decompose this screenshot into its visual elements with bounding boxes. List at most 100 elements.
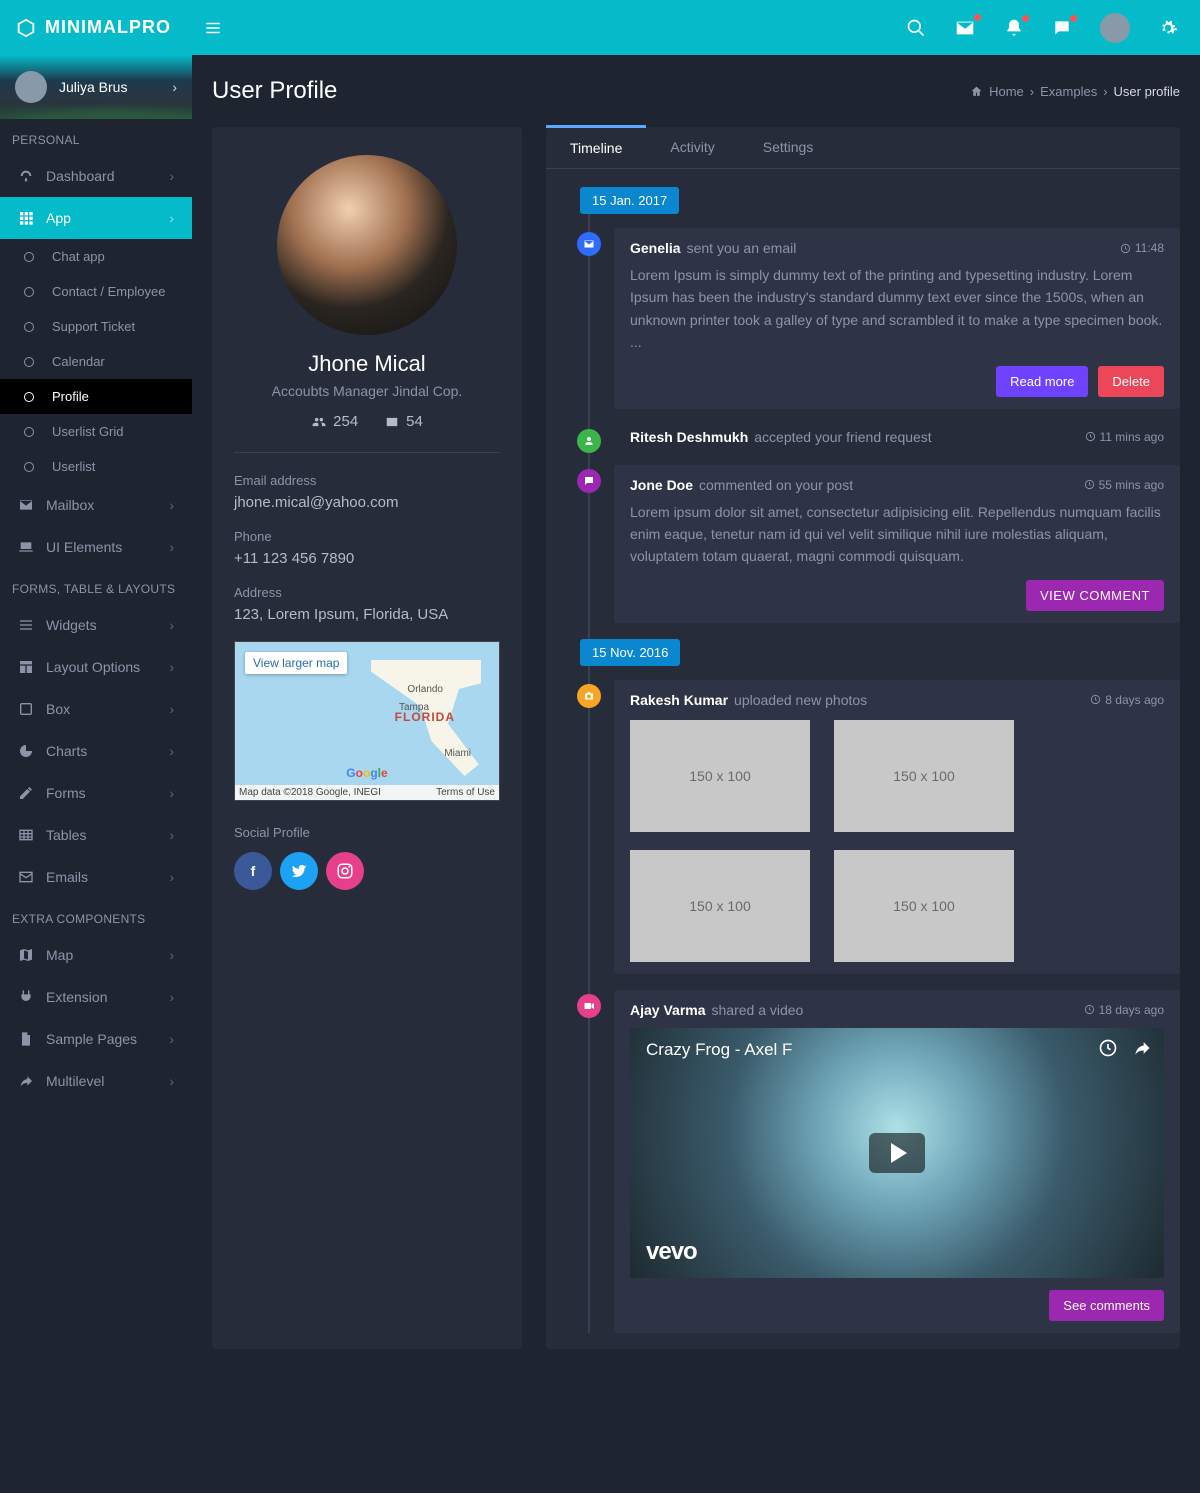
- sidebar-item-tables[interactable]: Tables›: [0, 814, 192, 856]
- sidebar-item-sample-pages[interactable]: Sample Pages›: [0, 1018, 192, 1060]
- timeline-date: 15 Nov. 2016: [580, 639, 680, 666]
- watch-later-icon[interactable]: [1098, 1038, 1118, 1058]
- circle-icon: [24, 322, 34, 332]
- pie-icon: [18, 743, 46, 759]
- search-button[interactable]: [906, 18, 926, 38]
- notifications-button[interactable]: [1004, 18, 1024, 38]
- sidebar-subitem-support-ticket[interactable]: Support Ticket: [0, 309, 192, 344]
- box-icon: [18, 701, 46, 717]
- tab-activity[interactable]: Activity: [646, 127, 738, 168]
- sidebar-subitem-profile[interactable]: Profile: [0, 379, 192, 414]
- tab-settings[interactable]: Settings: [739, 127, 838, 168]
- sidebar-item-ui-elements[interactable]: UI Elements›: [0, 526, 192, 568]
- timeline-item: Genelia sent you an email 11:48 Lorem Ip…: [578, 228, 1180, 409]
- profile-name: Jhone Mical: [234, 351, 500, 377]
- sidebar-item-multilevel[interactable]: Multilevel›: [0, 1060, 192, 1102]
- sidebar-item-mailbox[interactable]: Mailbox›: [0, 484, 192, 526]
- grid-icon: [18, 210, 46, 226]
- sidebar-item-label: Forms: [46, 785, 169, 801]
- photo-placeholder[interactable]: 150 x 100: [630, 720, 810, 832]
- instagram-link[interactable]: [326, 852, 364, 890]
- view-comment-button[interactable]: VIEW COMMENT: [1026, 580, 1164, 611]
- social-links: f: [234, 852, 500, 890]
- stat-followers: 254: [333, 413, 358, 430]
- photo-placeholder[interactable]: 150 x 100: [834, 720, 1014, 832]
- sidebar-item-label: Chat app: [52, 249, 174, 264]
- twitter-link[interactable]: [280, 852, 318, 890]
- sidebar-user[interactable]: Juliya Brus ›: [0, 55, 192, 119]
- sidebar-subitem-contact-employee[interactable]: Contact / Employee: [0, 274, 192, 309]
- photo-placeholder[interactable]: 150 x 100: [630, 850, 810, 962]
- timeline-action: uploaded new photos: [734, 692, 867, 708]
- crumb-examples[interactable]: Examples: [1040, 84, 1097, 99]
- delete-button[interactable]: Delete: [1098, 366, 1164, 397]
- sidebar-item-layout-options[interactable]: Layout Options›: [0, 646, 192, 688]
- sidebar-item-label: Widgets: [46, 617, 169, 633]
- gear-icon: [1158, 18, 1178, 38]
- map-terms[interactable]: Terms of Use: [436, 787, 495, 798]
- facebook-link[interactable]: f: [234, 852, 272, 890]
- video-embed[interactable]: Crazy Frog - Axel F vevo: [630, 1028, 1164, 1278]
- sidebar-item-emails[interactable]: Emails›: [0, 856, 192, 898]
- timeline-time: 18 days ago: [1084, 1003, 1164, 1017]
- camera-badge-icon: [577, 684, 601, 708]
- users-icon: [311, 415, 327, 429]
- map[interactable]: View larger map FLORIDA Orlando Tampa Mi…: [234, 641, 500, 801]
- sidebar-item-extension[interactable]: Extension›: [0, 976, 192, 1018]
- chevron-right-icon: ›: [169, 869, 174, 885]
- sidebar-item-map[interactable]: Map›: [0, 934, 192, 976]
- chevron-right-icon: ›: [169, 497, 174, 513]
- camera-icon: [583, 690, 595, 702]
- sidebar-subitem-userlist-grid[interactable]: Userlist Grid: [0, 414, 192, 449]
- tab-timeline[interactable]: Timeline: [546, 125, 646, 168]
- brand[interactable]: MINIMALPRO: [0, 17, 192, 39]
- crumb-home[interactable]: Home: [989, 84, 1024, 99]
- sidebar-item-dashboard[interactable]: Dashboard›: [0, 155, 192, 197]
- share-icon: [18, 1073, 46, 1089]
- timeline-body: Ritesh Deshmukh accepted your friend req…: [614, 425, 1180, 449]
- email-label: Email address: [234, 473, 500, 488]
- timeline-item: Jone Doe commented on your post 55 mins …: [578, 465, 1180, 623]
- sidebar-subitem-userlist[interactable]: Userlist: [0, 449, 192, 484]
- user-badge-icon: [577, 429, 601, 453]
- sidebar-item-widgets[interactable]: Widgets›: [0, 604, 192, 646]
- share-icon[interactable]: [1132, 1038, 1152, 1058]
- map-city: Orlando: [407, 684, 443, 695]
- clock-icon: [1090, 694, 1101, 705]
- sidebar-subitem-chat-app[interactable]: Chat app: [0, 239, 192, 274]
- map-view-larger[interactable]: View larger map: [245, 652, 347, 674]
- see-comments-button[interactable]: See comments: [1049, 1290, 1164, 1321]
- sidebar-item-label: Sample Pages: [46, 1031, 169, 1047]
- sidebar-item-label: Mailbox: [46, 497, 169, 513]
- play-button[interactable]: [869, 1133, 925, 1173]
- sidebar-item-charts[interactable]: Charts›: [0, 730, 192, 772]
- table-icon: [18, 827, 46, 843]
- email-value: jhone.mical@yahoo.com: [234, 494, 500, 511]
- sidebar-item-label: App: [46, 210, 169, 226]
- read-more-button[interactable]: Read more: [996, 366, 1088, 397]
- sidebar-item-label: Multilevel: [46, 1073, 169, 1089]
- menu-toggle[interactable]: [192, 19, 234, 37]
- sidebar-section-header: PERSONAL: [0, 119, 192, 155]
- sidebar-item-app[interactable]: App›: [0, 197, 192, 239]
- chevron-right-icon: ›: [169, 210, 174, 226]
- plug-icon: [18, 989, 46, 1005]
- sidebar-item-box[interactable]: Box›: [0, 688, 192, 730]
- map-icon: [18, 947, 46, 963]
- twitter-icon: [290, 862, 308, 880]
- settings-button[interactable]: [1158, 18, 1178, 38]
- photo-placeholder[interactable]: 150 x 100: [834, 850, 1014, 962]
- mail-button[interactable]: [954, 17, 976, 39]
- map-attribution: Map data ©2018 Google, INEGI Terms of Us…: [235, 785, 499, 800]
- messages-button[interactable]: [1052, 18, 1072, 38]
- home-icon: [970, 85, 983, 98]
- user-menu[interactable]: [1100, 13, 1130, 43]
- sidebar-item-forms[interactable]: Forms›: [0, 772, 192, 814]
- timeline-item: Ajay Varma shared a video 18 days ago Cr…: [578, 990, 1180, 1333]
- sidebar-subitem-calendar[interactable]: Calendar: [0, 344, 192, 379]
- timeline-body: Jone Doe commented on your post 55 mins …: [614, 465, 1180, 623]
- menu-icon: [18, 617, 46, 633]
- avatar-icon: [1100, 13, 1130, 43]
- chevron-right-icon: ›: [169, 1031, 174, 1047]
- content: User Profile Home › Examples › User prof…: [192, 55, 1200, 1493]
